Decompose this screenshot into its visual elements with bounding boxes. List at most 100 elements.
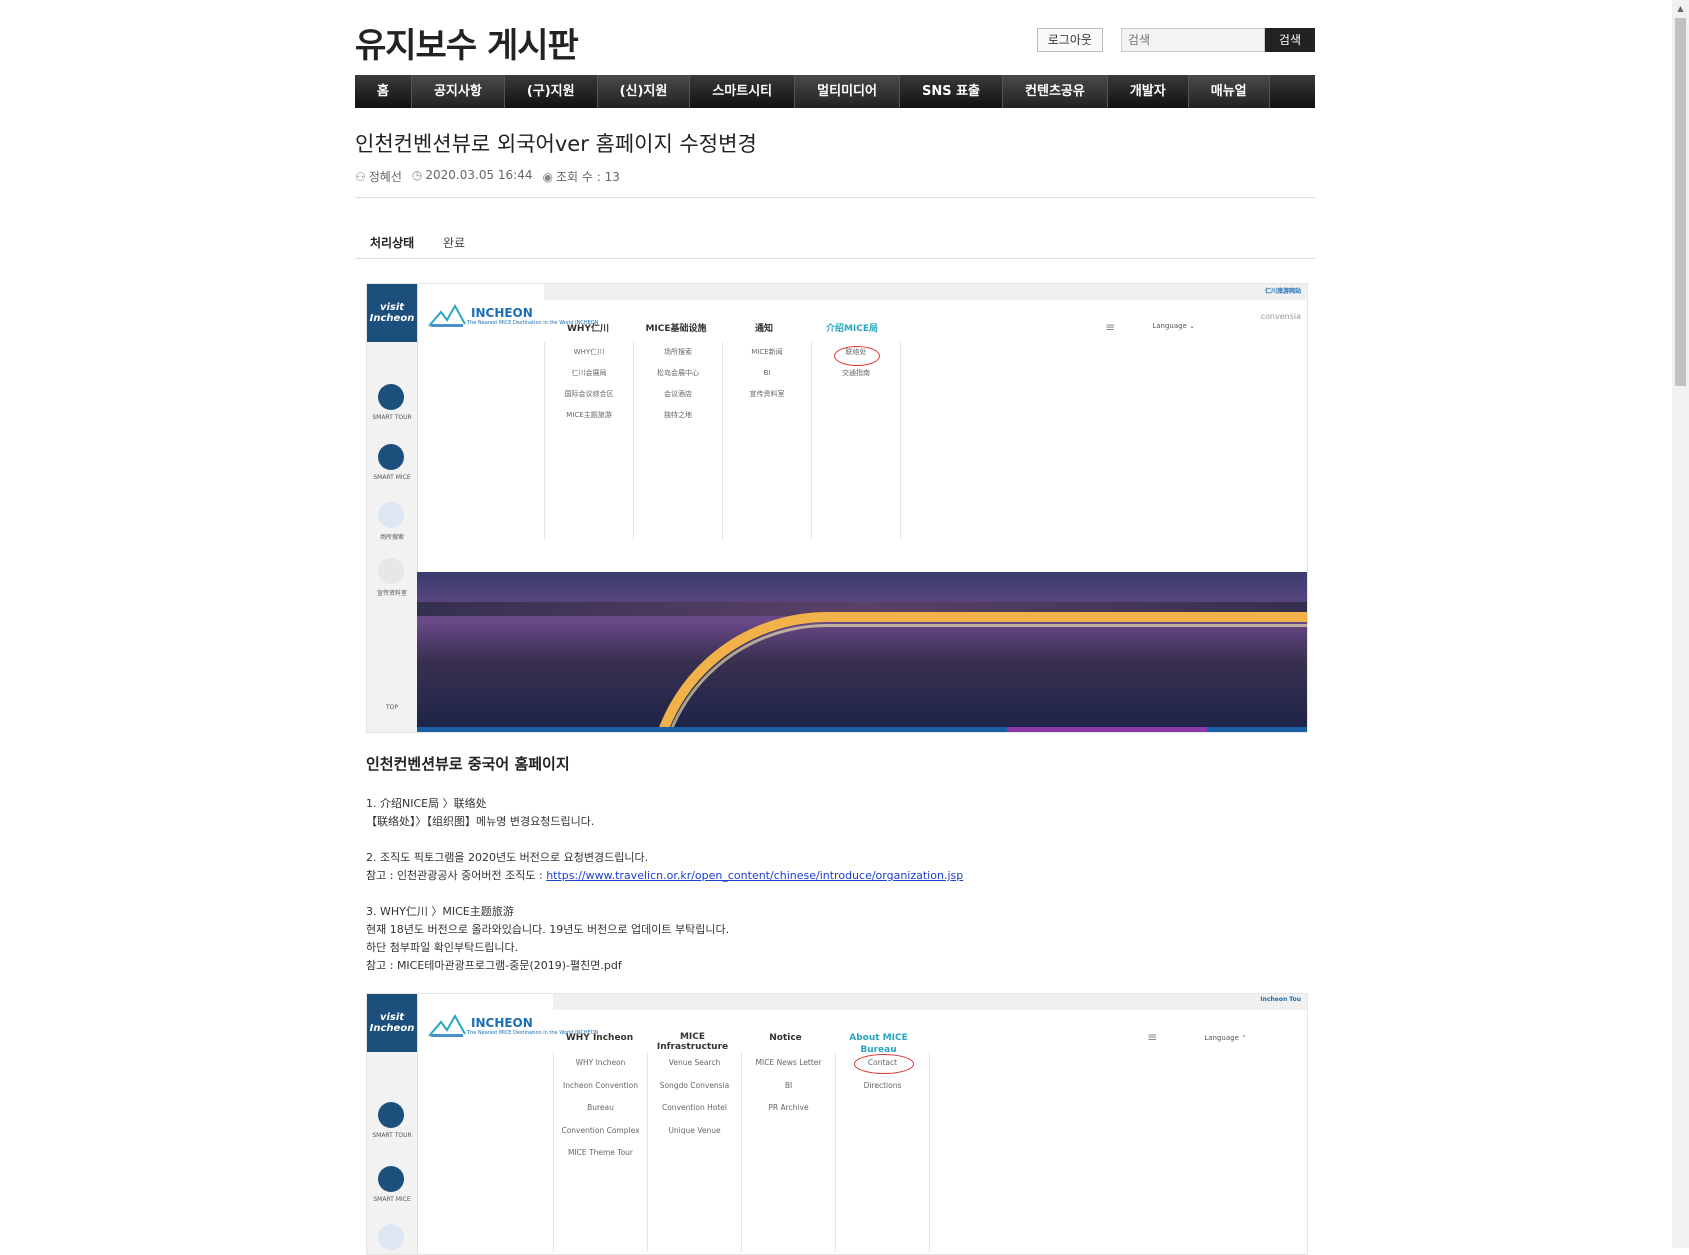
smart-mice-icon xyxy=(378,1166,404,1192)
dropdown-item: BI xyxy=(763,369,771,377)
dropdown-item: Convention Complex xyxy=(561,1125,640,1135)
dropdown-col: WHY仁川 仁川会展局 国际会议综合区 MICE主题旅游 xyxy=(544,342,633,540)
shot-topbar: 仁川旅游网站 xyxy=(544,284,1307,300)
smart-mice-icon xyxy=(378,444,404,470)
clock-icon: ◷ xyxy=(411,168,423,182)
shot-menu-item-active: 介绍MICE局 xyxy=(825,324,879,334)
organization-link[interactable]: https://www.travelicn.or.kr/open_content… xyxy=(546,869,963,882)
content-line: 【联络处】〉【组织图】메뉴명 변경요청드립니다. xyxy=(366,815,595,828)
shot-menu-item: MICE基础设施 xyxy=(645,324,707,334)
dropdown-item: Venue Search xyxy=(668,1058,721,1067)
dropdown-item: 宣传资料室 xyxy=(749,390,785,398)
datetime-text: 2020.03.05 16:44 xyxy=(425,168,533,182)
download-icon xyxy=(378,558,404,584)
nav-content-share[interactable]: 컨텐츠공유 xyxy=(1003,75,1108,108)
scrollbar[interactable]: ▲ xyxy=(1672,0,1689,1248)
dropdown-item: MICE News Letter xyxy=(755,1058,822,1067)
post-meta: ⚇ 정혜선 ◷ 2020.03.05 16:44 ◉ 조회 수 : 13 xyxy=(355,168,620,185)
main-nav: 홈 공지사항 (구)지원 (신)지원 스마트시티 멀티미디어 SNS 표출 컨텐… xyxy=(355,75,1315,108)
shot-dropdown: WHY Incheon Incheon Convention Bureau Co… xyxy=(553,1052,930,1252)
shot-dropdown: WHY仁川 仁川会展局 国际会议综合区 MICE主题旅游 场所搜索 松岛会展中心… xyxy=(544,342,901,540)
site-title[interactable]: 유지보수 게시판 xyxy=(355,18,579,67)
incheon-logo-icon xyxy=(427,302,467,330)
dropdown-item: Directions xyxy=(863,1080,902,1090)
shot-menu-item: MICE Infrastructure xyxy=(656,1032,729,1052)
nav-developer[interactable]: 개발자 xyxy=(1108,75,1189,108)
top-label: TOP xyxy=(385,704,398,711)
side-label: SMART TOUR xyxy=(372,1132,412,1139)
status-row: 처리상태 완료 xyxy=(355,232,1315,259)
top-tools: 로그아웃 검색 xyxy=(1036,28,1315,52)
dropdown-item: 松岛会展中心 xyxy=(657,369,699,377)
dropdown-item: PR Archive xyxy=(768,1103,809,1112)
dropdown-item: MICE Theme Tour xyxy=(567,1148,634,1157)
search-button[interactable]: 검색 xyxy=(1264,28,1315,52)
content-line: 하단 첨부파일 확인부탁드립니다. xyxy=(366,941,519,954)
author: ⚇ 정혜선 xyxy=(355,168,402,185)
dropdown-item: Incheon Convention xyxy=(563,1080,638,1090)
smart-tour-icon xyxy=(378,1102,404,1128)
shot-topbar: Incheon Tou xyxy=(553,994,1307,1010)
eye-icon: ◉ xyxy=(542,170,553,184)
scroll-up-arrow-icon[interactable]: ▲ xyxy=(1672,0,1689,17)
nav-sns[interactable]: SNS 표출 xyxy=(900,75,1004,108)
nav-notice[interactable]: 공지사항 xyxy=(411,75,505,108)
dropdown-col: WHY Incheon Incheon Convention Bureau Co… xyxy=(553,1052,647,1252)
dropdown-item: MICE新闻 xyxy=(751,348,783,356)
dropdown-item: WHY Incheon xyxy=(575,1058,626,1067)
nav-smart-city[interactable]: 스마트시티 xyxy=(690,75,796,108)
nav-home[interactable]: 홈 xyxy=(355,75,412,108)
link-prefix: 참고 : 인천관광공사 중어버전 조직도 : xyxy=(366,869,547,882)
hamburger-icon: ≡ xyxy=(1104,320,1115,334)
side-label: 场所搜索 xyxy=(379,534,404,541)
nav-new-support[interactable]: (신)지원 xyxy=(597,75,691,108)
nav-old-support[interactable]: (구)지원 xyxy=(505,75,598,108)
dropdown-item: 会议酒店 xyxy=(664,390,692,398)
red-circle-annotation xyxy=(834,346,880,366)
content-line-with-link: 참고 : 인천관광공사 중어버전 조직도 : https://www.trave… xyxy=(366,867,1306,885)
dropdown-col: Contact Directions xyxy=(835,1052,930,1252)
post-title: 인천컨벤션뷰로 외국어ver 홈페이지 수정변경 xyxy=(355,132,757,156)
shot-menu-item-active: About MICE Bureau xyxy=(849,1033,908,1055)
language-selector: Language ⌄ xyxy=(1152,322,1195,330)
dropdown-col: MICE News Letter BI PR Archive xyxy=(741,1052,835,1252)
content-line: 3. WHY仁川 〉MICE主题旅游 xyxy=(366,905,514,918)
lang-text: Language xyxy=(1204,1034,1239,1042)
user-icon: ⚇ xyxy=(355,170,366,184)
shot-menu: WHY Incheon MICE Infrastructure Notice A… xyxy=(553,1028,925,1055)
side-label: SMART MICE xyxy=(373,474,411,481)
topbar-link: Incheon Tou xyxy=(1260,996,1301,1003)
search-input[interactable] xyxy=(1120,28,1265,52)
dropdown-item: Bureau xyxy=(587,1103,614,1112)
content-line: 2. 조직도 픽토그램을 2020년도 버전으로 요청변경드립니다. xyxy=(366,851,649,864)
side-label: SMART TOUR xyxy=(372,414,412,421)
dropdown-item: 场所搜索 xyxy=(664,348,692,356)
dropdown-item: 交通指南 xyxy=(842,369,870,377)
visit-incheon-logo: visit Incheon xyxy=(367,284,417,342)
dropdown-col: 联络处 交通指南 xyxy=(811,342,901,540)
smart-tour-icon xyxy=(378,384,404,410)
screenshot-english: visit Incheon SMART TOUR SMART MICE INCH… xyxy=(366,993,1308,1255)
dropdown-item: 仁川会展局 xyxy=(571,369,607,377)
content-line: 현재 18년도 버전으로 올라와있습니다. 19년도 버전으로 업데이트 부탁립… xyxy=(366,923,730,936)
scroll-thumb[interactable] xyxy=(1675,18,1686,386)
dropdown-item: Convention Hotel xyxy=(661,1103,727,1112)
author-name: 정혜선 xyxy=(368,170,402,184)
dropdown-item: 独特之地 xyxy=(664,411,692,419)
logout-button[interactable]: 로그아웃 xyxy=(1036,28,1103,52)
side-label: SMART MICE xyxy=(373,1196,411,1203)
dropdown-col: Venue Search Songdo Convensia Convention… xyxy=(647,1052,741,1252)
content-heading: 인천컨벤션뷰로 중국어 홈페이지 xyxy=(366,755,570,773)
shot-menu-item: WHY仁川 xyxy=(567,324,609,334)
visit-incheon-logo: visit Incheon xyxy=(367,994,417,1052)
language-selector: Language ⌃ xyxy=(1204,1034,1247,1042)
divider xyxy=(355,197,1315,198)
dropdown-item: BI xyxy=(784,1080,793,1090)
post-content: 인천컨벤션뷰로 중국어 홈페이지 1. 介绍NICE局 〉联络处 【联络处】〉【… xyxy=(366,755,1306,975)
shot-sidebar: visit Incheon SMART TOUR SMART MICE 场所搜索… xyxy=(367,284,418,732)
nav-manual[interactable]: 매뉴얼 xyxy=(1188,75,1270,108)
content-line: 참고 : MICE테마관광프로그램-중문(2019)-펼친면.pdf xyxy=(366,959,622,972)
nav-multimedia[interactable]: 멀티미디어 xyxy=(795,75,900,108)
